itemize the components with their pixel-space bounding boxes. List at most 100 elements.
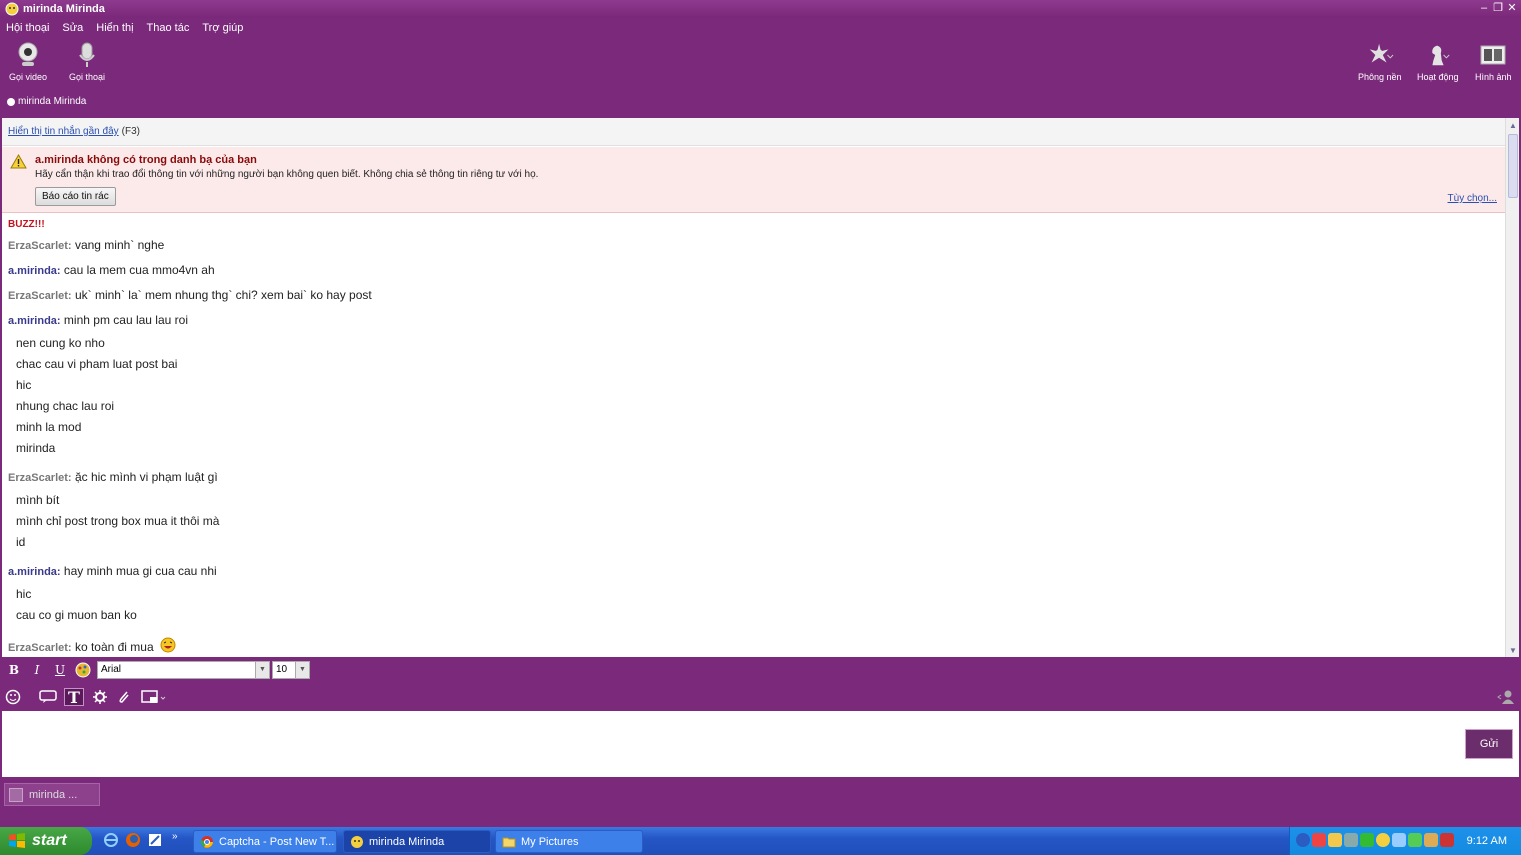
message-sender: ErzaScarlet: — [8, 642, 72, 654]
contact-name: mirinda Mirinda — [18, 96, 87, 107]
background-button[interactable]: Phông nền — [1358, 40, 1402, 82]
message-line: cau co gi muon ban ko — [16, 608, 137, 622]
minimize-icon[interactable]: – — [1479, 2, 1489, 14]
message-line: nhung chac lau roi — [16, 399, 115, 413]
recent-messages-link[interactable]: Hiển thị tin nhắn gần đây — [8, 126, 119, 137]
message-sender: ErzaScarlet: — [8, 290, 72, 302]
taskbar-item[interactable]: mirinda Mirinda — [343, 830, 491, 853]
options-link[interactable]: Tùy chọn... — [1448, 193, 1497, 204]
voice-call-button[interactable]: Gọi thoại — [69, 40, 105, 82]
message-line: nen cung ko nho — [16, 336, 105, 350]
message-sender: ErzaScarlet: — [8, 240, 72, 252]
stranger-warning: a.mirinda không có trong danh bạ của bạn… — [2, 147, 1505, 213]
tray-network-icon[interactable] — [1328, 833, 1342, 847]
start-button[interactable]: start — [0, 827, 92, 855]
chess-knight-icon — [1424, 40, 1452, 70]
scroll-down-icon[interactable]: ▼ — [1506, 643, 1519, 657]
recent-shortcut: (F3) — [121, 126, 140, 137]
photos-button[interactable]: Hình ảnh — [1475, 40, 1512, 82]
laughing-emoji-icon — [160, 637, 176, 653]
message-line: minh la mod — [16, 420, 82, 434]
tray-display-icon[interactable] — [1344, 833, 1358, 847]
report-spam-button[interactable]: Báo cáo tin rác — [35, 187, 116, 206]
close-icon[interactable]: ✕ — [1507, 2, 1517, 14]
menu-edit[interactable]: Sửa — [62, 20, 83, 36]
format-toolbar: B I U Arial ▼ 10 ▼ — [0, 658, 1521, 681]
voice-call-label: Gọi thoại — [69, 72, 106, 82]
contact-avatar-icon — [9, 787, 23, 802]
tray-collapse-icon[interactable] — [1296, 833, 1310, 847]
tray-antivirus-icon[interactable] — [1312, 833, 1326, 847]
conversation-tab[interactable]: mirinda ... — [4, 783, 100, 806]
menu-help[interactable]: Trợ giúp — [202, 20, 243, 36]
folder-icon — [502, 837, 516, 847]
chevron-down-icon[interactable]: ▼ — [255, 661, 269, 678]
tray-volume-icon[interactable] — [1392, 833, 1406, 847]
send-button[interactable]: Gửi — [1465, 729, 1513, 759]
message-line: mirinda — [16, 441, 56, 455]
contact-card-icon[interactable] — [1496, 688, 1516, 706]
message: a.mirinda: hay minh mua gi cua cau nhi h… — [8, 564, 1498, 626]
settings-gear-icon[interactable] — [90, 688, 110, 706]
bold-icon[interactable]: B — [5, 661, 23, 679]
recent-messages-bar: Hiển thị tin nhắn gần đây (F3) — [2, 118, 1505, 146]
restore-icon[interactable]: ❐ — [1493, 2, 1503, 14]
microphone-icon — [73, 40, 101, 70]
font-size: 10 — [276, 664, 288, 675]
italic-icon[interactable]: I — [28, 661, 46, 679]
message-line: chac cau vi pham luat post bai — [16, 357, 178, 371]
text-color-icon[interactable] — [74, 661, 92, 679]
webcam-icon — [14, 40, 42, 70]
message-input[interactable]: Gửi — [2, 711, 1519, 777]
font-size-select[interactable]: 10 ▼ — [272, 660, 310, 679]
warning-title: a.mirinda không có trong danh bạ của bạn — [35, 154, 257, 166]
message-line: mình chỉ post trong box mua it thôi mà — [16, 514, 220, 528]
message: ErzaScarlet: ko toàn đi mua — [8, 637, 1498, 654]
message: a.mirinda: cau la mem cua mmo4vn ah — [8, 263, 1498, 277]
contact-status[interactable]: mirinda Mirinda — [7, 96, 86, 107]
chevron-down-icon[interactable]: ▼ — [295, 661, 309, 678]
chrome-icon — [200, 835, 213, 848]
text-format-icon[interactable]: T — [64, 688, 84, 707]
photos-icon — [1479, 40, 1507, 70]
tray-update-icon[interactable] — [1360, 833, 1374, 847]
message-line: mình bít — [16, 493, 60, 507]
notepad-icon[interactable] — [147, 832, 163, 848]
chat-scrollbar[interactable]: ▲ ▼ — [1505, 118, 1519, 657]
video-call-button[interactable]: Gọi video — [9, 40, 47, 82]
warning-text: Hãy cẩn thận khi trao đổi thông tin với … — [35, 169, 539, 180]
tray-safely-remove-icon[interactable] — [1424, 833, 1438, 847]
firefox-icon[interactable] — [125, 832, 141, 848]
background-label: Phông nền — [1358, 72, 1402, 82]
scroll-up-icon[interactable]: ▲ — [1506, 118, 1519, 132]
ie-icon[interactable] — [103, 832, 119, 848]
speech-bubble-icon[interactable] — [38, 688, 58, 706]
message-list: BUZZ!!! ErzaScarlet: vang minh` nghe a.m… — [8, 219, 1498, 657]
message-sender: a.mirinda: — [8, 566, 61, 578]
message-sender: a.mirinda: — [8, 315, 61, 327]
status-dot-icon — [7, 97, 15, 106]
taskbar-item[interactable]: My Pictures — [495, 830, 643, 853]
menu-conversation[interactable]: Hội thoại — [6, 20, 49, 36]
font-name: Arial — [101, 664, 122, 675]
taskbar-item-label: mirinda Mirinda — [369, 835, 445, 848]
message-text: ko toàn đi mua — [74, 640, 154, 654]
menu-view[interactable]: Hiển thị — [96, 20, 133, 36]
tray-messenger-icon[interactable] — [1376, 833, 1390, 847]
activity-button[interactable]: Hoạt động — [1417, 40, 1459, 82]
quick-launch-more-icon[interactable]: » — [172, 831, 188, 847]
underline-icon[interactable]: U — [51, 661, 69, 679]
taskbar-item[interactable]: Captcha - Post New T... — [193, 830, 337, 853]
tray-download-icon[interactable] — [1408, 833, 1422, 847]
tray-security-icon[interactable] — [1440, 833, 1454, 847]
scroll-thumb[interactable] — [1508, 134, 1518, 198]
menu-actions[interactable]: Thao tác — [147, 20, 190, 36]
menu-bar: Hội thoại Sửa Hiển thị Thao tác Trợ giúp — [0, 20, 243, 36]
attach-paperclip-icon[interactable] — [114, 688, 134, 706]
messenger-icon — [5, 2, 19, 16]
font-select[interactable]: Arial ▼ — [97, 660, 270, 679]
screen-share-icon[interactable] — [140, 688, 168, 706]
chat-history: Hiển thị tin nhắn gần đây (F3) a.mirinda… — [2, 118, 1519, 657]
window-title: mirinda Mirinda — [23, 3, 105, 15]
emoticon-icon[interactable] — [4, 688, 24, 706]
